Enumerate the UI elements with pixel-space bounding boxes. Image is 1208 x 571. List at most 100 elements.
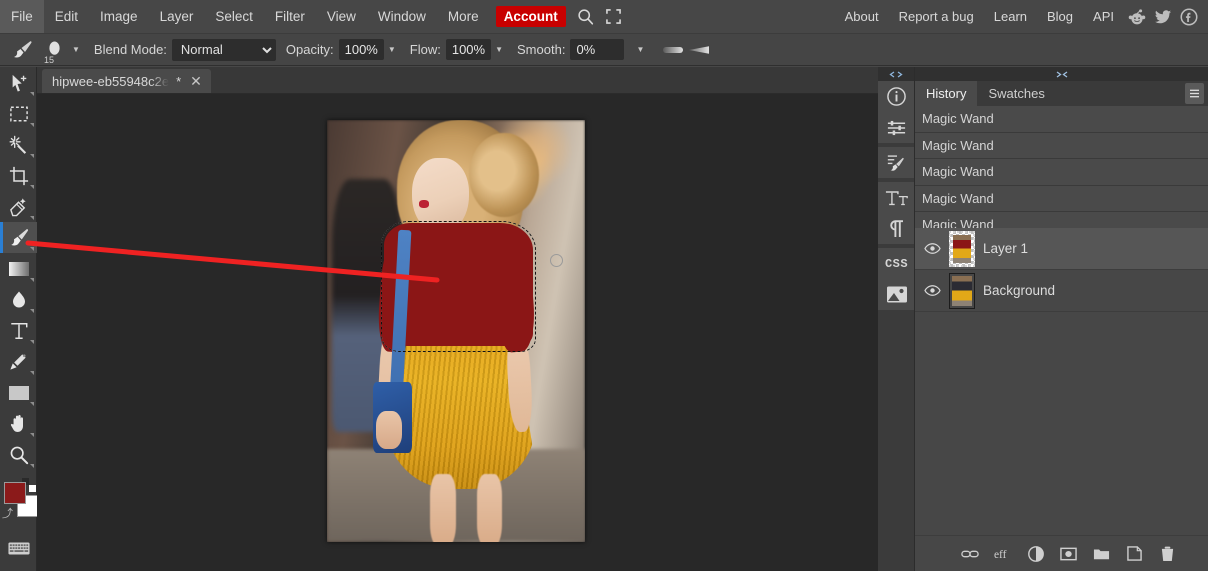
new-layer-icon[interactable] [1125,544,1145,564]
layer-visibility-eye-icon[interactable] [923,243,941,254]
hand-tool[interactable] [0,408,37,439]
link-learn[interactable]: Learn [984,0,1037,33]
layer-row[interactable]: Background [915,270,1208,312]
paragraph-panel-icon[interactable] [878,213,915,244]
layer-mask-icon[interactable] [1059,544,1079,564]
menu-item-view[interactable]: View [316,0,367,33]
canvas-area[interactable] [37,94,878,571]
account-button[interactable]: Account [495,6,566,27]
opacity-value[interactable]: 100% [338,39,384,60]
artboard[interactable] [327,120,585,542]
menu-item-select[interactable]: Select [204,0,264,33]
foreground-color-swatch[interactable] [4,482,26,504]
layer-list[interactable]: Layer 1 Background [915,228,1208,535]
blur-tool[interactable] [0,284,37,315]
twitter-icon[interactable] [1150,0,1176,33]
history-panel-menu-icon[interactable] [1185,83,1204,104]
layer-row[interactable]: Layer 1 [915,228,1208,270]
opacity-chevron-down-icon[interactable]: ▼ [384,45,400,54]
menu-item-window[interactable]: Window [367,0,437,33]
blend-mode-select[interactable]: Normal [171,38,276,61]
history-item[interactable]: Magic Wand [915,133,1208,159]
layer-actions-bar: eff [915,535,1208,571]
menu-item-layer[interactable]: Layer [149,0,205,33]
smooth-label: Smooth: [517,42,566,57]
link-report-a-bug[interactable]: Report a bug [889,0,984,33]
brush-tool-icon[interactable] [6,36,40,64]
menu-item-image[interactable]: Image [89,0,149,33]
opacity-label: Opacity: [285,42,334,57]
info-panel-icon[interactable] [878,81,915,112]
history-item[interactable]: Magic Wand [915,186,1208,212]
gradient-tool[interactable] [0,253,37,284]
subject-lips [418,200,429,208]
link-api[interactable]: API [1083,0,1124,33]
panel-icon-rail: CSS [878,67,915,571]
flow-chevron-down-icon[interactable]: ▼ [491,45,507,54]
link-layers-icon[interactable] [960,544,980,564]
tab-swatches[interactable]: Swatches [977,81,1055,106]
rail-group-misc: CSS [878,248,914,310]
panel-collapse-handle[interactable] [915,67,1208,81]
history-item[interactable]: Magic Wand [915,159,1208,186]
brush-preset-preview[interactable]: 15 [40,36,68,65]
link-about[interactable]: About [835,0,889,33]
svg-text:eff: eff [994,548,1007,560]
document-tab-name: hipwee-eb55948c2e [52,73,170,89]
brush-tool[interactable] [0,222,37,253]
eraser-tool[interactable] [0,191,37,222]
character-panel-icon[interactable] [878,182,915,213]
subject-left-leg [430,474,456,542]
type-tool[interactable] [0,315,37,346]
pressure-size-icon[interactable] [660,39,686,61]
crop-tool[interactable] [0,160,37,191]
rail-group-brush [878,147,914,178]
reddit-icon[interactable] [1124,0,1150,33]
marquee-tool[interactable] [0,98,37,129]
default-colors-white[interactable] [29,485,36,492]
shape-tool[interactable] [0,377,37,408]
pressure-opacity-icon[interactable] [686,39,712,61]
menu-item-edit[interactable]: Edit [44,0,89,33]
adjustment-layer-icon[interactable] [1026,544,1046,564]
layer-name: Layer 1 [983,241,1029,256]
delete-layer-icon[interactable] [1158,544,1178,564]
rail-group-text [878,182,914,244]
menu-item-filter[interactable]: Filter [264,0,316,33]
new-group-icon[interactable] [1092,544,1112,564]
close-icon[interactable]: ✕ [188,74,204,88]
facebook-icon[interactable] [1176,0,1202,33]
color-swatches[interactable]: ⤴ [0,476,39,528]
history-item[interactable]: Magic Wand [915,106,1208,133]
brush-size-value: 15 [44,54,55,65]
magic-wand-tool[interactable] [0,129,37,160]
adjustments-panel-icon[interactable] [878,112,915,143]
link-blog[interactable]: Blog [1037,0,1083,33]
layer-effects-icon[interactable]: eff [993,544,1013,564]
brush-settings-panel-icon[interactable] [878,147,915,178]
layer-visibility-eye-icon[interactable] [923,285,941,296]
tab-history[interactable]: History [915,81,978,106]
photopea-app: File Edit Image Layer Select Filter View… [0,0,1208,571]
brush-preset-chevron-down-icon[interactable]: ▼ [68,45,84,54]
rail-group-info [878,81,914,143]
search-icon[interactable] [572,0,600,33]
flow-label: Flow: [409,42,441,57]
rail-collapse-handle[interactable] [878,67,914,81]
pen-tool[interactable] [0,346,37,377]
flow-value[interactable]: 100% [445,39,492,60]
image-panel-icon[interactable] [878,279,915,310]
document-image [327,120,585,542]
document-tab[interactable]: hipwee-eb55948c2e * ✕ [42,69,211,93]
move-tool[interactable] [0,67,37,98]
fullscreen-icon[interactable] [600,0,628,33]
smooth-value[interactable]: 0% [570,39,625,60]
swap-colors-icon[interactable]: ⤴ [2,509,13,520]
css-panel-icon[interactable]: CSS [878,248,915,279]
zoom-tool[interactable] [0,439,37,470]
history-panel-tabs: History Swatches [915,81,1208,106]
keyboard-icon[interactable] [0,534,37,562]
menu-item-more[interactable]: More [437,0,490,33]
smooth-chevron-down-icon[interactable]: ▼ [624,45,648,54]
menu-item-file[interactable]: File [0,0,44,33]
